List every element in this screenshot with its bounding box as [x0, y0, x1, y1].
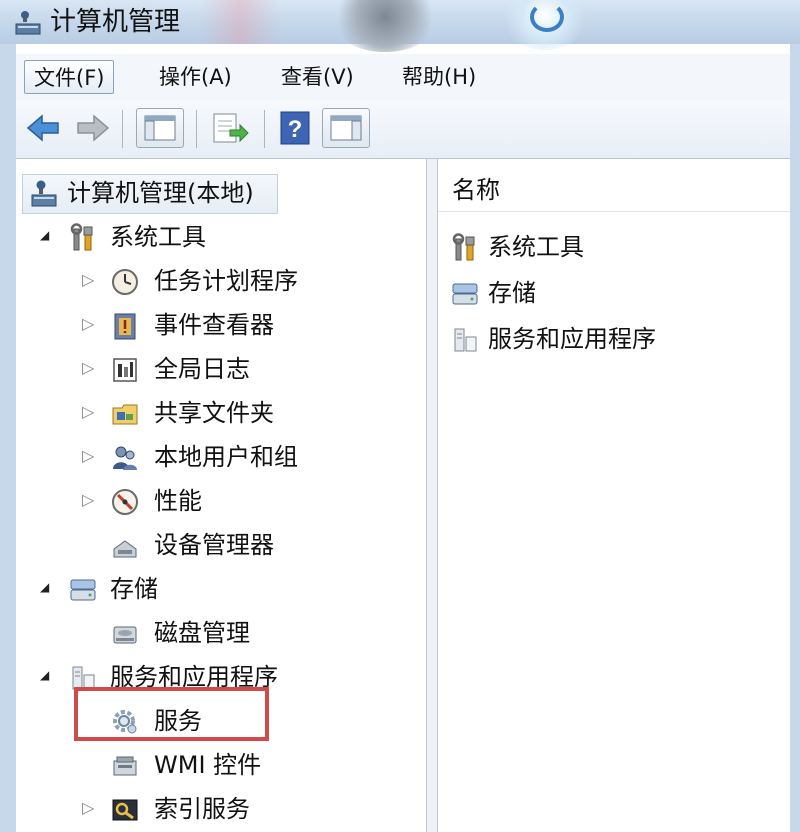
menu-action[interactable]: 操作(A) [150, 60, 241, 94]
collapsed-arrow-icon[interactable]: ▷ [82, 798, 94, 817]
storage-icon [452, 283, 478, 305]
list-item[interactable]: 服务和应用程序 [450, 319, 780, 359]
window-frame-left [0, 44, 16, 832]
storage-icon [70, 579, 96, 601]
menu-file[interactable]: 文件(F) [24, 60, 115, 94]
expanded-arrow-icon[interactable]: ◢ [40, 228, 49, 242]
tree-label: 磁盘管理 [154, 619, 250, 647]
tree-item-indexing[interactable]: ▷ 索引服务 [16, 789, 416, 829]
window-title: 计算机管理 [50, 7, 181, 37]
collapsed-arrow-icon[interactable]: ▷ [82, 314, 94, 333]
show-hide-tree-button[interactable] [136, 108, 184, 148]
collapsed-arrow-icon[interactable]: ▷ [82, 358, 94, 377]
tree-label: 本地用户和组 [154, 443, 298, 471]
performance-icon [112, 489, 138, 515]
column-header-name[interactable]: 名称 [438, 171, 790, 212]
tree-item-disk-management[interactable]: 磁盘管理 [16, 613, 416, 653]
tree-label: 性能 [154, 487, 202, 515]
indexing-service-icon [112, 799, 138, 821]
tree-label: 设备管理器 [154, 531, 274, 559]
list-item[interactable]: 存储 [450, 273, 780, 313]
tree-item-task-scheduler[interactable]: ▷ 任务计划程序 [16, 261, 416, 301]
tree-item-event-viewer[interactable]: ▷ 事件查看器 [16, 305, 416, 345]
list-item[interactable]: 系统工具 [450, 227, 780, 267]
tree-item-global-log[interactable]: ▷ 全局日志 [16, 349, 416, 389]
toolbar-separator [196, 110, 197, 148]
action-pane-icon [330, 115, 362, 141]
tree-label: 存储 [110, 575, 158, 603]
help-icon[interactable]: ? [278, 108, 312, 148]
expanded-arrow-icon[interactable]: ◢ [40, 668, 49, 682]
background-window-blur [330, 0, 440, 52]
tools-icon [70, 223, 93, 251]
tree-label: 任务计划程序 [154, 267, 298, 295]
list-item-label: 服务和应用程序 [488, 325, 656, 353]
disk-icon [113, 626, 137, 644]
services-apps-icon [454, 328, 477, 352]
collapsed-arrow-icon[interactable]: ▷ [82, 270, 94, 289]
device-manager-icon [113, 540, 137, 558]
details-list-pane: 名称 系统工具 存储 服务和应用程序 [438, 159, 790, 832]
pane-splitter[interactable] [426, 159, 438, 832]
show-hide-action-pane-button[interactable] [322, 108, 370, 148]
back-arrow-icon[interactable] [24, 108, 62, 148]
tree-item-shared-folders[interactable]: ▷ 共享文件夹 [16, 393, 416, 433]
tree-label: WMI 控件 [154, 751, 262, 779]
background-app-icon-blur [500, 0, 590, 50]
clock-icon [112, 269, 138, 295]
list-item-label: 系统工具 [488, 233, 584, 261]
svg-text:?: ? [288, 116, 303, 143]
window-frame-right [790, 44, 800, 832]
collapsed-arrow-icon[interactable]: ▷ [82, 490, 94, 509]
wmi-control-icon [113, 756, 137, 776]
tree-item-device-manager[interactable]: 设备管理器 [16, 525, 416, 565]
tree-label: 共享文件夹 [154, 399, 274, 427]
export-list-icon[interactable] [208, 108, 252, 148]
log-icon [113, 358, 137, 382]
collapsed-arrow-icon[interactable]: ▷ [82, 446, 94, 465]
shared-folder-icon [112, 404, 138, 425]
tree-label: 系统工具 [110, 223, 206, 251]
computer-management-icon [31, 180, 57, 207]
tree-item-performance[interactable]: ▷ 性能 [16, 481, 416, 521]
tree-item-root[interactable]: 计算机管理(本地) [22, 174, 278, 214]
list-item-label: 存储 [488, 279, 536, 307]
menu-bar: 文件(F) 操作(A) 查看(V) 帮助(H) [16, 54, 790, 100]
event-viewer-icon [114, 313, 136, 340]
collapsed-arrow-icon[interactable]: ▷ [82, 402, 94, 421]
tree-item-storage[interactable]: ◢ 存储 [16, 569, 416, 609]
tree-item-wmi[interactable]: WMI 控件 [16, 745, 416, 785]
expanded-arrow-icon[interactable]: ◢ [40, 580, 49, 594]
title-bar-glow [200, 0, 280, 44]
tree-label: 计算机管理(本地) [67, 179, 254, 207]
tree-label: 事件查看器 [154, 311, 274, 339]
services-highlight-box [74, 687, 269, 741]
users-icon [113, 446, 137, 470]
tree-item-local-users[interactable]: ▷ 本地用户和组 [16, 437, 416, 477]
menu-help[interactable]: 帮助(H) [393, 60, 485, 94]
computer-management-icon [15, 11, 41, 35]
forward-arrow-icon[interactable] [74, 108, 112, 148]
menu-view[interactable]: 查看(V) [272, 60, 363, 94]
console-tree-icon [144, 115, 176, 141]
tree-label: 索引服务 [154, 795, 250, 823]
toolbar-separator [122, 110, 123, 148]
console-tree-pane: 计算机管理(本地) ◢ 系统工具 ▷ 任务计划程序 ▷ 事件查看器 ▷ 全局日志… [16, 159, 426, 832]
toolbar-separator [264, 110, 265, 148]
tree-item-system-tools[interactable]: ◢ 系统工具 [16, 217, 416, 257]
title-bar: 计算机管理 [0, 0, 800, 52]
toolbar: ? [16, 100, 790, 159]
tree-label: 全局日志 [154, 355, 250, 383]
column-header-label: 名称 [452, 176, 500, 204]
tools-icon [452, 233, 475, 261]
